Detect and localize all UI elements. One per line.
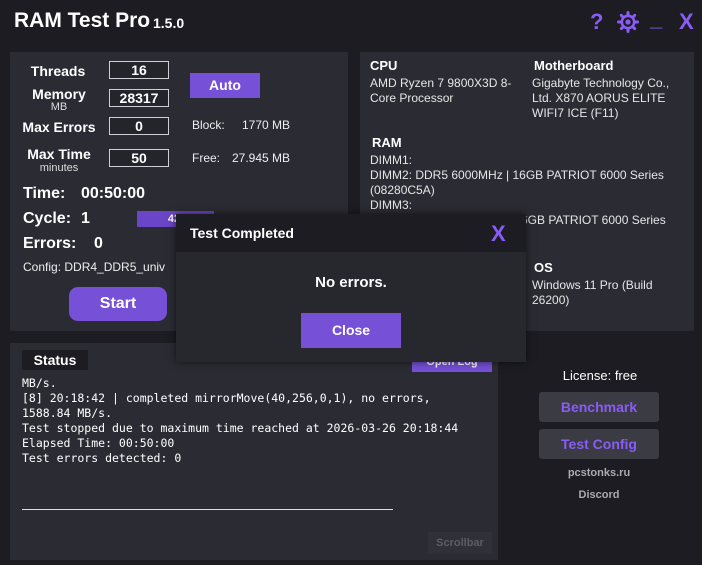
log-line: Test errors detected: 0 — [22, 451, 182, 465]
max-errors-input[interactable]: 0 — [109, 117, 169, 135]
cpu-label: CPU — [370, 58, 398, 73]
memory-unit: MB — [50, 101, 68, 113]
dialog-close-icon[interactable]: X — [491, 222, 506, 246]
time-value: 00:50:00 — [81, 185, 146, 202]
max-errors-label: Max Errors — [22, 119, 96, 135]
errors-label: Errors: — [23, 235, 77, 252]
log-line: Test stopped due to maximum time reached… — [22, 421, 459, 435]
max-time-input[interactable]: 50 — [109, 149, 169, 167]
log-line: Elapsed Time: 00:50:00 — [22, 436, 175, 450]
dialog-close-button[interactable]: Close — [301, 313, 401, 348]
test-config-button[interactable]: Test Config — [539, 429, 659, 459]
time-label: Time: — [23, 185, 66, 202]
config-text: Config: DDR4_DDR5_univ — [23, 260, 166, 274]
max-time-unit: minutes — [39, 162, 79, 174]
ram-line-1: DIMM1: — [370, 153, 412, 167]
memory-label: Memory — [32, 86, 86, 102]
cycle-value: 1 — [81, 210, 90, 227]
motherboard-line-1: Gigabyte Technology Co., — [532, 76, 670, 90]
log-line: MB/s. — [22, 376, 57, 390]
status-log: MB/s. [8] 20:18:42 | completed mirrorMov… — [22, 376, 492, 511]
benchmark-button[interactable]: Benchmark — [539, 392, 659, 422]
log-divider — [22, 509, 393, 510]
ram-line-4: DIMM3: — [370, 198, 412, 212]
discord-link[interactable]: Discord — [539, 489, 659, 501]
dialog-title: Test Completed — [190, 225, 294, 241]
gear-icon[interactable] — [617, 11, 639, 38]
threads-input[interactable]: 16 — [109, 61, 169, 79]
memory-input[interactable]: 28317 — [109, 89, 169, 107]
ram-label: RAM — [372, 135, 402, 150]
app-title: RAM Test Pro — [14, 9, 151, 32]
max-time-label: Max Time — [27, 146, 91, 162]
ram-line-5: 6GB PATRIOT 6000 Series — [521, 213, 666, 227]
motherboard-line-3: WIFI7 ICE (F11) — [532, 106, 619, 120]
cpu-line-2: Core Processor — [370, 91, 454, 105]
errors-value: 0 — [94, 235, 103, 252]
cpu-line-1: AMD Ryzen 7 9800X3D 8- — [370, 76, 512, 90]
minimize-button[interactable]: _ — [650, 7, 662, 31]
close-window-button[interactable]: X — [679, 10, 694, 34]
motherboard-label: Motherboard — [534, 58, 614, 73]
log-line: 1588.84 MB/s. — [22, 406, 113, 420]
block-value: 1770 MB — [242, 118, 291, 132]
motherboard-line-2: Ltd. X870 AORUS ELITE — [532, 91, 666, 105]
dialog-message: No errors. — [315, 274, 387, 291]
status-tab: Status — [22, 350, 88, 370]
os-label: OS — [534, 260, 553, 275]
scrollbar[interactable]: Scrollbar — [428, 532, 492, 554]
help-icon[interactable]: ? — [590, 10, 603, 34]
os-line-1: Windows 11 Pro (Build — [532, 278, 653, 292]
block-label: Block: — [192, 118, 225, 132]
license-text: License: free — [562, 368, 638, 383]
os-line-2: 26200) — [532, 293, 570, 307]
ram-line-3: (08280C5A) — [370, 183, 435, 197]
start-button[interactable]: Start — [69, 287, 167, 321]
app-version: 1.5.0 — [153, 15, 185, 31]
auto-button[interactable]: Auto — [190, 73, 260, 98]
ram-line-2: DIMM2: DDR5 6000MHz | 16GB PATRIOT 6000 … — [370, 168, 664, 182]
test-completed-dialog: Test Completed X No errors. Close — [176, 214, 526, 362]
log-line: [8] 20:18:42 | completed mirrorMove(40,2… — [22, 391, 431, 405]
cycle-label: Cycle: — [23, 210, 72, 227]
site-link[interactable]: pcstonks.ru — [539, 467, 659, 479]
free-label: Free: — [192, 151, 221, 165]
threads-label: Threads — [30, 63, 86, 79]
free-value: 27.945 MB — [232, 151, 291, 165]
